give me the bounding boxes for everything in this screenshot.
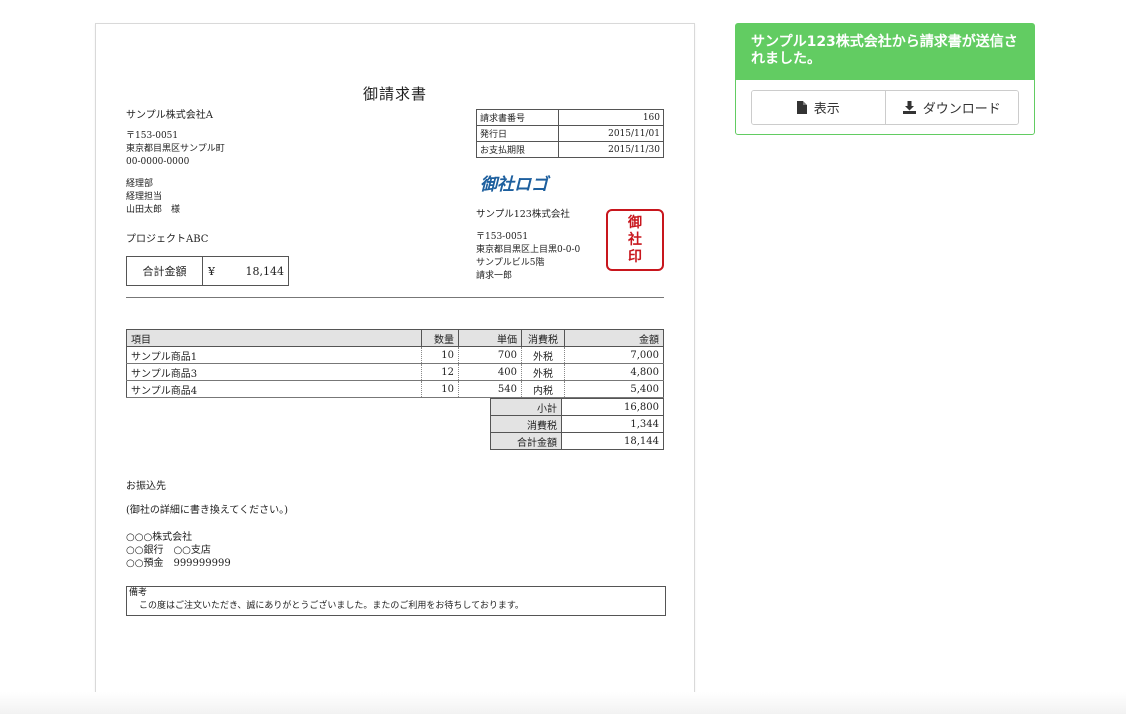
summary-row: 小計 16,800 bbox=[490, 398, 664, 416]
issuer-person: 請求一郎 bbox=[476, 271, 513, 281]
recipient-person: 山田太郎 様 bbox=[126, 205, 181, 215]
bank-note: (御社の詳細に書き換えてください。) bbox=[126, 505, 289, 516]
view-button-label: 表示 bbox=[813, 102, 840, 117]
bank-company: ○○○株式会社 bbox=[126, 532, 193, 543]
action-button-group: 表示 ダウンロード bbox=[751, 90, 1019, 125]
col-header-qty: 数量 bbox=[421, 329, 459, 347]
recipient-address-block: 〒153-0051 東京都目黒区サンプル町 00-0000-0000 bbox=[126, 130, 225, 169]
total-amount-label: 合計金額 bbox=[127, 257, 203, 285]
summary-label: 消費税 bbox=[490, 415, 562, 433]
bank-details: ○○○株式会社 ○○銀行 ○○支店 ○○預金 999999999 bbox=[126, 531, 231, 570]
meta-value: 2015/11/30 bbox=[558, 141, 664, 158]
meta-row: 発行日 2015/11/01 bbox=[476, 125, 664, 142]
table-row: サンプル商品3 12 400 外税 4,800 bbox=[126, 363, 664, 381]
meta-row: お支払期限 2015/11/30 bbox=[476, 141, 664, 158]
item-amount: 5,400 bbox=[564, 380, 664, 398]
item-name: サンプル商品4 bbox=[126, 380, 422, 398]
summary-value: 1,344 bbox=[561, 415, 664, 433]
invoice-document: 御請求書 サンプル株式会社A 〒153-0051 東京都目黒区サンプル町 00-… bbox=[95, 23, 695, 696]
remarks-heading: 備考 bbox=[129, 588, 148, 598]
download-button[interactable]: ダウンロード bbox=[884, 91, 1018, 124]
page-bottom-shade bbox=[0, 692, 1126, 714]
meta-value: 2015/11/01 bbox=[558, 125, 664, 142]
issuer-address-block: 〒153-0051 東京都目黒区上目黒0-0-0 サンプルビル5階 請求一郎 bbox=[476, 231, 580, 283]
meta-label: お支払期限 bbox=[476, 141, 559, 158]
item-qty: 12 bbox=[421, 363, 459, 381]
seal-char: 御 bbox=[628, 214, 642, 231]
seal-char: 社 bbox=[628, 231, 642, 248]
sent-notification-panel: サンプル123株式会社から請求書が送信されました。 表示 ダウンロード bbox=[735, 23, 1035, 135]
section-divider bbox=[126, 297, 664, 298]
summary-value: 16,800 bbox=[561, 398, 664, 416]
recipient-phone: 00-0000-0000 bbox=[126, 157, 190, 167]
col-header-name: 項目 bbox=[126, 329, 422, 347]
item-tax: 外税 bbox=[521, 363, 565, 381]
bank-branch: ○○銀行 ○○支店 bbox=[126, 545, 211, 556]
recipient-address: 東京都目黒区サンプル町 bbox=[126, 144, 225, 154]
item-amount: 4,800 bbox=[564, 363, 664, 381]
item-name: サンプル商品1 bbox=[126, 346, 422, 364]
table-row: サンプル商品4 10 540 内税 5,400 bbox=[126, 380, 664, 398]
bank-heading: お振込先 bbox=[126, 481, 166, 492]
item-name: サンプル商品3 bbox=[126, 363, 422, 381]
total-amount-value: 18,144 bbox=[245, 264, 285, 278]
item-price: 400 bbox=[458, 363, 522, 381]
issuer-company: サンプル123株式会社 bbox=[476, 209, 570, 220]
summary-row: 消費税 1,344 bbox=[490, 415, 664, 433]
summary-table: 小計 16,800 消費税 1,344 合計金額 18,144 bbox=[490, 398, 664, 450]
recipient-contact-block: 経理部 経理担当 山田太郎 様 bbox=[126, 178, 180, 217]
summary-label: 合計金額 bbox=[490, 432, 562, 450]
items-header-row: 項目 数量 単価 消費税 金額 bbox=[126, 329, 664, 347]
remarks-box: 備考 この度はご注文いただき、誠にありがとうございました。またのご利用をお待ちし… bbox=[126, 586, 666, 616]
file-icon bbox=[796, 101, 807, 114]
summary-label: 小計 bbox=[490, 398, 562, 416]
download-button-label: ダウンロード bbox=[922, 102, 1001, 117]
table-row: サンプル商品1 10 700 外税 7,000 bbox=[126, 346, 664, 364]
summary-row: 合計金額 18,144 bbox=[490, 432, 664, 450]
recipient-company: サンプル株式会社A bbox=[126, 110, 213, 121]
issuer-postal: 〒153-0051 bbox=[476, 232, 529, 242]
company-logo: 御社ロゴ bbox=[480, 175, 548, 195]
view-button[interactable]: 表示 bbox=[752, 91, 885, 124]
invoice-meta-table: 請求書番号 160 発行日 2015/11/01 お支払期限 2015/11/3… bbox=[476, 109, 664, 158]
issuer-address: 東京都目黒区上目黒0-0-0 bbox=[476, 245, 581, 255]
meta-value: 160 bbox=[558, 109, 664, 126]
remarks-text: この度はご注文いただき、誠にありがとうございました。またのご利用をお待ちしており… bbox=[139, 601, 524, 611]
col-header-tax: 消費税 bbox=[521, 329, 565, 347]
download-icon bbox=[902, 101, 916, 114]
recipient-postal: 〒153-0051 bbox=[126, 131, 179, 141]
recipient-dept: 経理部 bbox=[126, 179, 154, 189]
sent-message: サンプル123株式会社から請求書が送信されました。 bbox=[736, 24, 1034, 80]
item-price: 700 bbox=[458, 346, 522, 364]
total-amount-box: 合計金額 ¥ 18,144 bbox=[126, 256, 289, 286]
seal-char: 印 bbox=[628, 248, 642, 265]
item-tax: 内税 bbox=[521, 380, 565, 398]
meta-label: 請求書番号 bbox=[476, 109, 559, 126]
company-seal-stamp: 御 社 印 bbox=[606, 209, 664, 271]
col-header-price: 単価 bbox=[458, 329, 522, 347]
project-name: プロジェクトABC bbox=[126, 234, 209, 245]
items-table: 項目 数量 単価 消費税 金額 サンプル商品1 10 700 外税 7,000 … bbox=[126, 329, 664, 398]
invoice-title: 御請求書 bbox=[362, 85, 427, 103]
bank-account: ○○預金 999999999 bbox=[126, 558, 231, 569]
item-price: 540 bbox=[458, 380, 522, 398]
recipient-role: 経理担当 bbox=[126, 192, 163, 202]
summary-value: 18,144 bbox=[561, 432, 664, 450]
meta-label: 発行日 bbox=[476, 125, 559, 142]
item-qty: 10 bbox=[421, 346, 459, 364]
meta-row: 請求書番号 160 bbox=[476, 109, 664, 126]
yen-sign: ¥ bbox=[208, 264, 215, 278]
issuer-building: サンプルビル5階 bbox=[476, 258, 545, 268]
item-tax: 外税 bbox=[521, 346, 565, 364]
item-amount: 7,000 bbox=[564, 346, 664, 364]
item-qty: 10 bbox=[421, 380, 459, 398]
col-header-amount: 金額 bbox=[564, 329, 664, 347]
